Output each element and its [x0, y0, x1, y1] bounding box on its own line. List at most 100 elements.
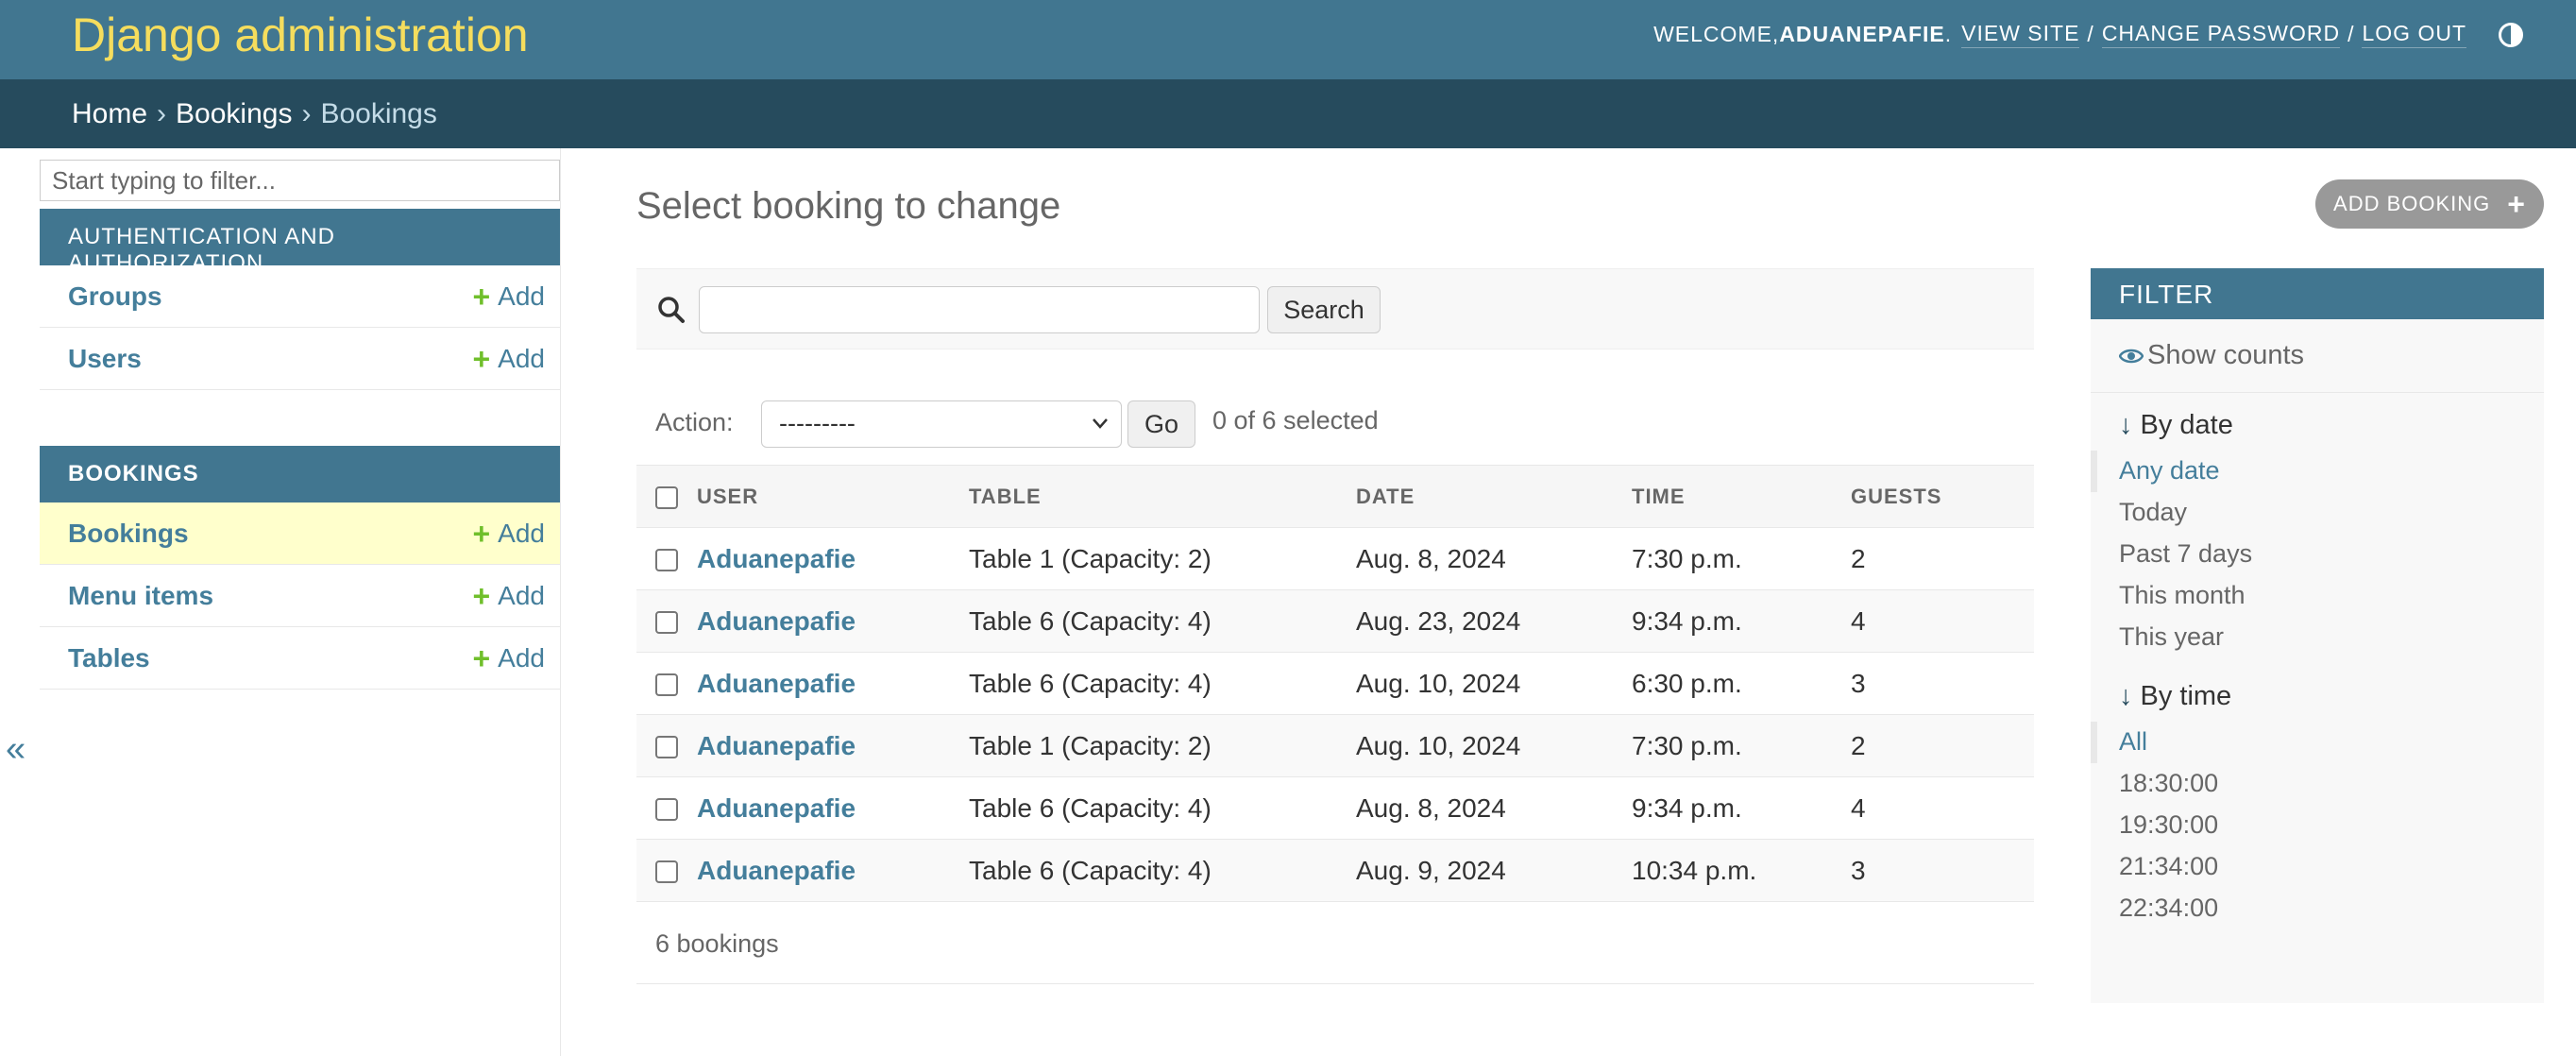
sidebar-item-menu-items-link[interactable]: Menu items — [68, 581, 213, 611]
row-guests: 4 — [1851, 589, 2034, 653]
welcome-period: . — [1944, 22, 1953, 46]
search-input[interactable] — [699, 286, 1260, 333]
add-label: Add — [498, 642, 545, 673]
row-date: Aug. 10, 2024 — [1356, 652, 1632, 715]
filter-option-any-date[interactable]: Any date — [2091, 451, 2544, 492]
filter-option-time[interactable]: 22:34:00 — [2091, 888, 2544, 929]
row-user-link[interactable]: Aduanepafie — [697, 669, 856, 698]
welcome-text: WELCOME, — [1653, 22, 1780, 46]
row-user-link[interactable]: Aduanepafie — [697, 731, 856, 760]
row-user-link[interactable]: Aduanepafie — [697, 606, 856, 636]
app-module-auth: Authentication and Authorization Groups … — [40, 209, 560, 390]
row-guests: 3 — [1851, 652, 2034, 715]
row-time: 9:34 p.m. — [1632, 589, 1851, 653]
breadcrumb-current: Bookings — [320, 98, 437, 129]
action-select[interactable]: --------- — [761, 400, 1122, 448]
show-counts-link[interactable]: Show counts — [2091, 319, 2544, 393]
plus-icon: + — [472, 279, 491, 314]
row-checkbox[interactable] — [636, 839, 695, 902]
sidebar-item-tables: Tables + Add — [40, 627, 560, 690]
row-user-link[interactable]: Aduanepafie — [697, 793, 856, 823]
filter-option-all[interactable]: All — [2091, 722, 2544, 763]
view-site-link[interactable]: VIEW SITE — [1961, 21, 2080, 48]
row-user-link[interactable]: Aduanepafie — [697, 856, 856, 885]
column-header-time[interactable]: Time — [1632, 465, 1851, 528]
breadcrumb-home[interactable]: Home — [72, 98, 147, 129]
row-checkbox[interactable] — [636, 714, 695, 777]
sidebar-item-tables-link[interactable]: Tables — [68, 643, 150, 673]
breadcrumb: Home › Bookings › Bookings — [0, 79, 2576, 148]
sidebar-item-groups-link[interactable]: Groups — [68, 281, 162, 312]
filter-by-date-title[interactable]: ↓ By date — [2091, 393, 2544, 451]
add-label: Add — [498, 343, 545, 373]
row-checkbox[interactable] — [636, 652, 695, 715]
row-user-link[interactable]: Aduanepafie — [697, 544, 856, 573]
breadcrumb-app[interactable]: Bookings — [176, 98, 292, 129]
table-row: Aduanepafie Table 1 (Capacity: 2) Aug. 1… — [636, 714, 2034, 777]
filter-option-time[interactable]: 21:34:00 — [2091, 846, 2544, 888]
row-table: Table 1 (Capacity: 2) — [969, 527, 1356, 590]
result-table: User Table Date Time Guests Aduanepafie … — [636, 465, 2034, 902]
add-menu-items-button[interactable]: + Add — [472, 581, 545, 611]
add-bookings-button[interactable]: + Add — [472, 519, 545, 549]
column-header-guests[interactable]: Guests — [1851, 465, 2034, 528]
selection-counter: 0 of 6 selected — [1212, 406, 1379, 434]
filter-option-this-month[interactable]: This month — [2091, 575, 2544, 617]
collapse-icon[interactable]: « — [6, 729, 25, 770]
plus-icon: + — [472, 640, 491, 675]
column-header-table[interactable]: Table — [969, 465, 1356, 528]
breadcrumb-separator: › — [301, 98, 312, 129]
app-caption-bookings[interactable]: Bookings — [40, 446, 560, 502]
add-users-button[interactable]: + Add — [472, 344, 545, 374]
select-all-checkbox[interactable] — [636, 465, 695, 528]
sidebar-item-users-link[interactable]: Users — [68, 344, 142, 374]
user-tools-separator: / — [2087, 22, 2094, 46]
site-branding[interactable]: Django administration — [72, 8, 529, 62]
change-password-link[interactable]: CHANGE PASSWORD — [2101, 21, 2341, 48]
add-label: Add — [498, 518, 545, 548]
row-checkbox[interactable] — [636, 527, 695, 590]
add-booking-label: ADD BOOKING — [2333, 192, 2491, 215]
table-row: Aduanepafie Table 6 (Capacity: 4) Aug. 2… — [636, 589, 2034, 653]
filter-option-today[interactable]: Today — [2091, 492, 2544, 534]
plus-icon: + — [472, 578, 491, 613]
app-caption-auth[interactable]: Authentication and Authorization — [40, 209, 560, 276]
header: Django administration WELCOME, ADUANEPAF… — [0, 0, 2576, 79]
theme-toggle-icon[interactable] — [2499, 22, 2523, 47]
go-button[interactable]: Go — [1127, 400, 1195, 448]
nav-filter-input[interactable] — [40, 160, 560, 201]
plus-icon: + — [472, 341, 491, 376]
filter-option-time[interactable]: 19:30:00 — [2091, 805, 2544, 846]
search-button[interactable]: Search — [1267, 286, 1381, 333]
sidebar-item-menu-items: Menu items + Add — [40, 565, 560, 627]
row-checkbox[interactable] — [636, 776, 695, 840]
filter-panel: FILTER Show counts ↓ By date Any date To… — [2091, 268, 2544, 1003]
filter-option-time[interactable]: 18:30:00 — [2091, 763, 2544, 805]
add-groups-button[interactable]: + Add — [472, 281, 545, 312]
column-header-user[interactable]: User — [695, 465, 969, 528]
log-out-link[interactable]: LOG OUT — [2362, 21, 2466, 48]
username: ADUANEPAFIE — [1779, 22, 1945, 46]
actions-bar: Action: --------- Go 0 of 6 selected — [636, 389, 2034, 455]
row-date: Aug. 23, 2024 — [1356, 589, 1632, 653]
row-table: Table 6 (Capacity: 4) — [969, 839, 1356, 902]
chevron-down-icon — [1093, 418, 1108, 429]
show-counts-label: Show counts — [2147, 340, 2305, 370]
add-tables-button[interactable]: + Add — [472, 643, 545, 673]
filter-by-date-list: Any date Today Past 7 days This month Th… — [2091, 451, 2544, 658]
user-tools-separator: / — [2347, 22, 2355, 46]
filter-option-this-year[interactable]: This year — [2091, 617, 2544, 658]
add-booking-button[interactable]: ADD BOOKING + — [2315, 179, 2544, 229]
row-date: Aug. 9, 2024 — [1356, 839, 1632, 902]
filter-by-time-title[interactable]: ↓ By time — [2091, 664, 2544, 722]
row-checkbox[interactable] — [636, 589, 695, 653]
sidebar-item-bookings-link[interactable]: Bookings — [68, 519, 189, 549]
filter-heading: FILTER — [2091, 268, 2544, 319]
row-time: 9:34 p.m. — [1632, 776, 1851, 840]
sidebar-item-bookings: Bookings + Add — [40, 502, 560, 565]
column-header-date[interactable]: Date — [1356, 465, 1632, 528]
filter-by-date-label: By date — [2140, 410, 2233, 440]
filter-option-past-7-days[interactable]: Past 7 days — [2091, 534, 2544, 575]
action-select-value: --------- — [779, 409, 856, 437]
table-row: Aduanepafie Table 6 (Capacity: 4) Aug. 8… — [636, 776, 2034, 840]
